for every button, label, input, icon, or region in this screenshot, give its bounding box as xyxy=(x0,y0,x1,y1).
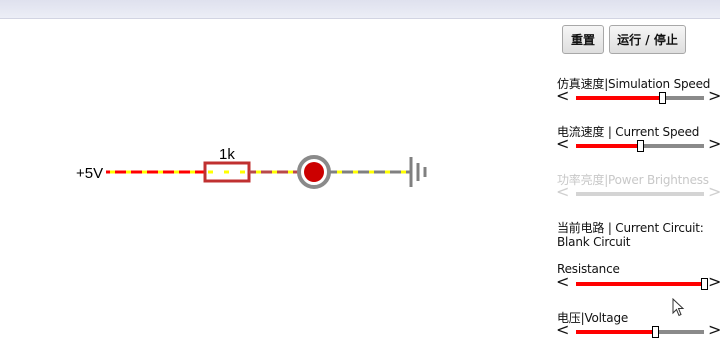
slider-left-arrow[interactable]: < xyxy=(556,322,569,338)
slider-fill xyxy=(576,330,656,334)
power-brightness-label: 功率亮度|Power Brightness xyxy=(557,173,709,187)
resistor-value-label: 1k xyxy=(219,146,235,163)
control-panel: 重置 运行 / 停止 仿真速度|Simulation Speed < > 电流速… xyxy=(556,25,720,360)
reset-button[interactable]: 重置 xyxy=(562,25,604,54)
slider-fill xyxy=(576,144,640,148)
slider-thumb[interactable] xyxy=(637,140,644,152)
voltage-source-label: +5V xyxy=(76,165,103,182)
slider-right-arrow[interactable]: > xyxy=(708,274,720,290)
resistance-slider[interactable]: < > xyxy=(556,274,720,291)
run-stop-button[interactable]: 运行 / 停止 xyxy=(609,25,686,54)
slider-left-arrow[interactable]: < xyxy=(556,136,569,152)
slider-track[interactable] xyxy=(576,278,708,290)
slider-track xyxy=(576,192,704,196)
slider-right-arrow[interactable]: > xyxy=(708,136,720,152)
slider-track[interactable] xyxy=(576,326,704,338)
sim-speed-label: 仿真速度|Simulation Speed xyxy=(557,77,711,91)
ground-symbol[interactable] xyxy=(409,157,427,187)
slider-thumb[interactable] xyxy=(701,278,708,290)
slider-thumb[interactable] xyxy=(652,326,660,338)
slider-left-arrow[interactable]: < xyxy=(556,88,569,104)
slider-track[interactable] xyxy=(576,92,704,104)
current-circuit-name: Blank Circuit xyxy=(557,235,631,249)
slider-left-arrow[interactable]: < xyxy=(556,274,569,290)
slider-right-arrow[interactable]: > xyxy=(708,88,720,104)
current-circuit-label: 当前电路 | Current Circuit: xyxy=(557,221,704,235)
mouse-cursor-icon xyxy=(672,298,685,317)
slider-track[interactable] xyxy=(576,140,704,152)
current-speed-slider[interactable]: < > xyxy=(556,136,720,153)
voltage-slider[interactable]: < > xyxy=(556,322,720,339)
slider-right-arrow: > xyxy=(708,182,720,201)
sim-speed-slider[interactable]: < > xyxy=(556,88,720,105)
slider-right-arrow[interactable]: > xyxy=(708,322,720,338)
slider-thumb[interactable] xyxy=(658,92,666,104)
slider-fill xyxy=(576,282,704,286)
slider-fill xyxy=(576,96,662,100)
power-brightness-slider: < > xyxy=(556,182,720,201)
current-speed-label: 电流速度 | Current Speed xyxy=(557,125,700,139)
circuit-canvas[interactable]: +5V 1k xyxy=(0,0,540,360)
led-light xyxy=(304,162,324,182)
slider-left-arrow: < xyxy=(556,182,570,201)
